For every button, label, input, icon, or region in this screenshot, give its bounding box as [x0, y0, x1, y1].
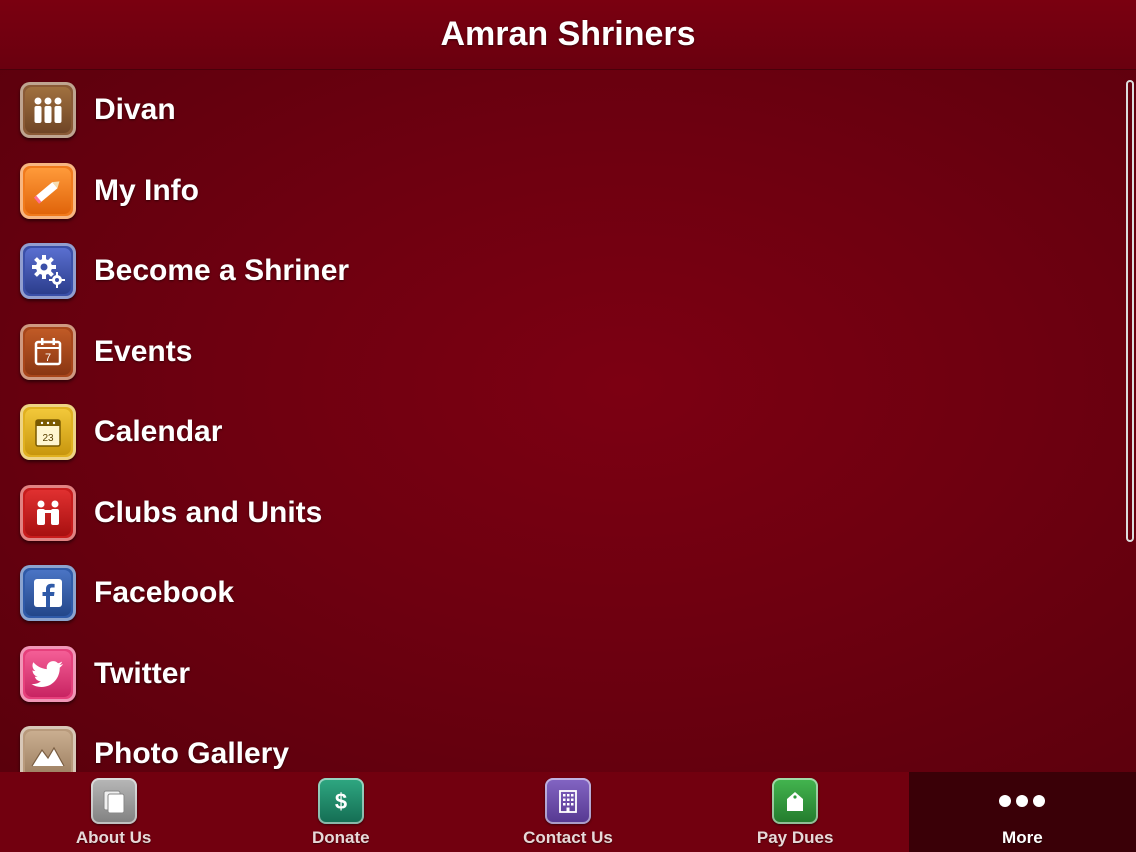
menu-item-events[interactable]: 7 Events	[0, 312, 1136, 393]
tab-label: About Us	[75, 828, 152, 847]
tab-contact-us[interactable]: Contact Us	[454, 772, 681, 852]
menu-item-calendar[interactable]: 23 Calendar	[0, 392, 1136, 473]
facebook-icon	[20, 565, 76, 622]
svg-text:$: $	[335, 789, 347, 814]
menu-item-label: Clubs and Units	[94, 495, 323, 529]
tab-label: Pay Dues	[756, 828, 834, 847]
dollar-icon: $	[317, 778, 364, 824]
twitter-icon	[20, 645, 76, 702]
mountains-icon	[20, 726, 76, 772]
menu-item-label: Photo Gallery	[94, 737, 290, 771]
more-dots-icon	[999, 778, 1046, 824]
svg-text:7: 7	[45, 352, 51, 364]
tab-label: Contact Us	[523, 828, 613, 847]
menu-item-label: My Info	[94, 173, 199, 207]
pages-icon	[90, 778, 137, 824]
bottom-tab-bar: About Us $ Donate Contact Us Pay Dues Mo…	[0, 772, 1136, 852]
menu-item-label: Calendar	[94, 415, 223, 449]
gears-icon	[20, 243, 76, 300]
menu-item-photo-gallery[interactable]: Photo Gallery	[0, 714, 1136, 772]
pencil-icon	[20, 162, 76, 219]
building-icon	[544, 778, 591, 824]
tab-about-us[interactable]: About Us	[0, 772, 227, 852]
tab-pay-dues[interactable]: Pay Dues	[682, 772, 909, 852]
calendar-page-icon: 7	[20, 323, 76, 380]
tab-label: More	[1002, 828, 1043, 847]
app-header: Amran Shriners	[0, 0, 1136, 70]
tab-donate[interactable]: $ Donate	[227, 772, 454, 852]
menu-item-facebook[interactable]: Facebook	[0, 553, 1136, 634]
menu-item-label: Twitter	[94, 656, 191, 690]
menu-item-my-info[interactable]: My Info	[0, 151, 1136, 232]
vertical-scrollbar[interactable]	[1126, 80, 1134, 542]
page-title: Amran Shriners	[440, 15, 696, 53]
menu-list: Divan My Info Become a Shriner 7 Events …	[0, 70, 1136, 772]
menu-item-twitter[interactable]: Twitter	[0, 634, 1136, 715]
tab-more[interactable]: More	[908, 772, 1136, 852]
tag-icon	[772, 778, 819, 824]
menu-item-become-a-shriner[interactable]: Become a Shriner	[0, 231, 1136, 312]
menu-item-clubs-and-units[interactable]: Clubs and Units	[0, 473, 1136, 554]
menu-item-label: Divan	[94, 93, 176, 127]
people-icon	[20, 82, 76, 139]
svg-text:23: 23	[42, 433, 54, 444]
menu-item-label: Events	[94, 334, 193, 368]
menu-item-label: Become a Shriner	[94, 254, 350, 288]
calendar-grid-icon: 23	[20, 404, 76, 461]
menu-item-divan[interactable]: Divan	[0, 70, 1136, 151]
menu-item-label: Facebook	[94, 576, 235, 610]
group-icon	[20, 484, 76, 541]
tab-label: Donate	[311, 828, 370, 847]
